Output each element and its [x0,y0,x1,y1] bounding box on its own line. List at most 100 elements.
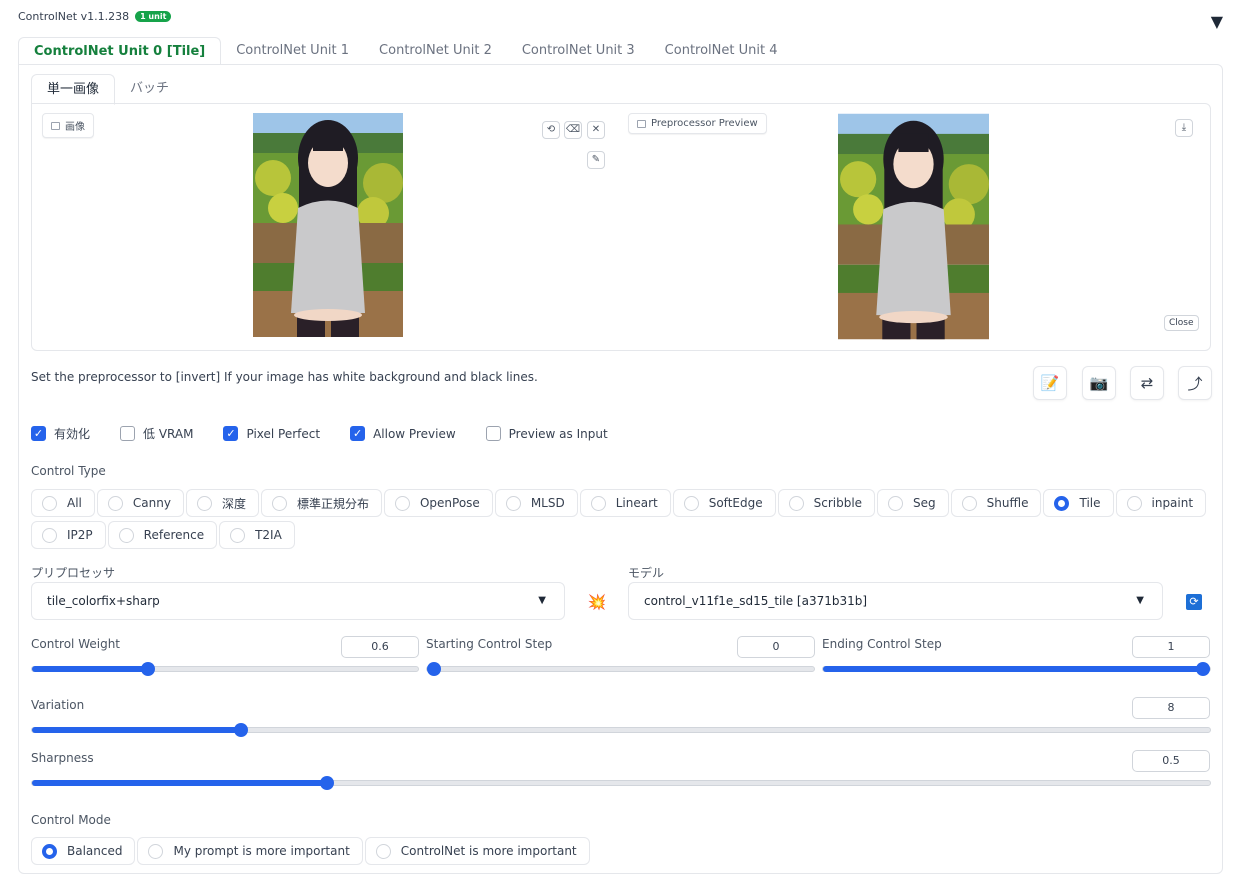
tab-batch[interactable]: バッチ [115,74,184,105]
control-type-mlsd[interactable]: MLSD [494,489,578,517]
pixel-perfect-checkbox[interactable]: ✓ Pixel Perfect [223,425,320,442]
slider-handle[interactable] [233,723,248,737]
sharpness-slider[interactable] [31,776,1211,790]
control-type-canny[interactable]: Canny [96,489,184,517]
slider-handle[interactable] [1196,662,1210,676]
tab-unit-4[interactable]: ControlNet Unit 4 [650,37,793,65]
image-input-label: 画像 [42,113,94,138]
preprocessor-label: プリプロセッサ [31,566,116,580]
control-weight-slider[interactable] [31,662,419,676]
control-type-t2ia[interactable]: T2IA [219,521,295,549]
allow-preview-checkbox[interactable]: ✓ Allow Preview [350,425,456,442]
control-mode-controlnet[interactable]: ControlNet is more important [364,837,590,865]
image-panel [31,103,1211,351]
download-icon[interactable]: ⤓ [1175,119,1193,137]
swap-icon[interactable]: ⇄ [1130,366,1164,400]
preview-image [838,113,989,340]
sharpness-input[interactable]: 0.5 [1132,750,1210,772]
image-label-text: 画像 [65,122,85,133]
preprocessor-hint: Set the preprocessor to [invert] If your… [31,370,538,384]
brush-icon[interactable]: ✎ [587,151,605,169]
control-type-lineart[interactable]: Lineart [579,489,671,517]
checkbox-unchecked-icon [485,426,501,441]
variation-label: Variation [31,698,85,712]
control-type-row-1: All Canny 深度 標準正規分布 OpenPose MLSD Linear… [31,489,1208,517]
preview-as-input-checkbox[interactable]: Preview as Input [485,425,608,442]
control-type-ip2p[interactable]: IP2P [31,521,106,549]
run-preprocessor-icon[interactable]: 💥 [580,584,614,620]
control-type-openpose[interactable]: OpenPose [383,489,493,517]
checkbox-checked-icon: ✓ [350,426,366,441]
checkbox-label: 低 VRAM [143,427,194,441]
control-mode-options: Balanced My prompt is more important Con… [31,837,592,865]
control-weight-input[interactable]: 0.6 [341,636,419,658]
image-icon [637,119,646,128]
slider-handle[interactable] [140,662,155,676]
control-type-normal[interactable]: 標準正規分布 [260,489,382,517]
control-mode-prompt[interactable]: My prompt is more important [137,837,363,865]
model-value: control_v11f1e_sd15_tile [a371b31b] [644,594,868,608]
control-type-row-2: IP2P Reference T2IA [31,521,297,549]
variation-slider[interactable] [31,723,1211,737]
refresh-models-icon[interactable]: ⟳ [1177,584,1211,620]
preprocessor-value: tile_colorfix+sharp [47,594,160,608]
checkbox-label: 有効化 [54,427,91,441]
input-image[interactable] [253,113,403,337]
enable-checkbox[interactable]: ✓ 有効化 [31,425,90,442]
tab-unit-1[interactable]: ControlNet Unit 1 [221,37,364,65]
unit-tabs: ControlNet Unit 0 [Tile] ControlNet Unit… [18,37,792,65]
eraser-icon[interactable]: ⌫ [564,121,582,139]
clear-icon[interactable]: ✕ [587,121,605,139]
control-type-seg[interactable]: Seg [877,489,949,517]
close-preview-button[interactable]: Close [1164,315,1199,331]
control-mode-label: Control Mode [31,813,111,827]
variation-input[interactable]: 8 [1132,697,1210,719]
option-checkboxes: ✓ 有効化 低 VRAM ✓ Pixel Perfect ✓ Allow Previe… [31,425,638,442]
control-type-depth[interactable]: 深度 [185,489,259,517]
model-dropdown[interactable]: control_v11f1e_sd15_tile [a371b31b] ▼ [628,582,1163,620]
starting-step-slider[interactable] [426,662,815,676]
ending-step-label: Ending Control Step [822,637,942,651]
starting-step-label: Starting Control Step [426,637,553,651]
image-mode-tabs: 単一画像 バッチ [31,74,184,105]
checkbox-label: Pixel Perfect [246,426,321,441]
checkbox-checked-icon: ✓ [223,426,239,441]
control-type-tile[interactable]: Tile [1043,489,1114,517]
slider-handle[interactable] [427,662,441,676]
control-weight-label: Control Weight [31,637,120,651]
unit-count-badge: 1 unit [135,11,172,22]
preprocessor-dropdown[interactable]: tile_colorfix+sharp ▼ [31,582,565,620]
tab-single-image[interactable]: 単一画像 [31,74,116,105]
low-vram-checkbox[interactable]: 低 VRAM [120,425,193,442]
control-mode-balanced[interactable]: Balanced [31,837,136,865]
starting-step-input[interactable]: 0 [737,636,815,658]
collapse-icon[interactable]: ▼ [1211,12,1223,31]
control-type-reference[interactable]: Reference [107,521,218,549]
sharpness-label: Sharpness [31,751,94,765]
chevron-down-icon: ▼ [1136,595,1144,606]
slider-handle[interactable] [319,776,334,790]
camera-icon[interactable]: 📷 [1082,366,1116,400]
ending-step-input[interactable]: 1 [1132,636,1210,658]
send-dimensions-icon[interactable]: ⤴ [1178,366,1212,400]
notepad-icon[interactable]: 📝 [1033,366,1067,400]
preview-label-text: Preprocessor Preview [651,118,758,129]
preprocessor-preview-label: Preprocessor Preview [628,113,767,134]
control-type-all[interactable]: All [31,489,95,517]
tab-unit-2[interactable]: ControlNet Unit 2 [364,37,507,65]
tab-unit-0[interactable]: ControlNet Unit 0 [Tile] [18,37,222,65]
tab-unit-3[interactable]: ControlNet Unit 3 [507,37,650,65]
checkbox-unchecked-icon [120,426,136,441]
chevron-down-icon: ▼ [538,595,546,606]
control-type-shuffle[interactable]: Shuffle [950,489,1042,517]
model-label: モデル [628,566,665,580]
checkbox-checked-icon: ✓ [31,426,46,441]
control-type-softedge[interactable]: SoftEdge [672,489,776,517]
control-type-inpaint[interactable]: inpaint [1115,489,1207,517]
ending-step-slider[interactable] [822,662,1211,676]
control-type-scribble[interactable]: Scribble [777,489,876,517]
rotate-icon[interactable]: ⟲ [542,121,560,139]
controlnet-header[interactable]: ControlNet v1.1.238 1 unit [18,10,172,23]
control-type-label: Control Type [31,464,106,478]
image-icon [51,121,60,130]
